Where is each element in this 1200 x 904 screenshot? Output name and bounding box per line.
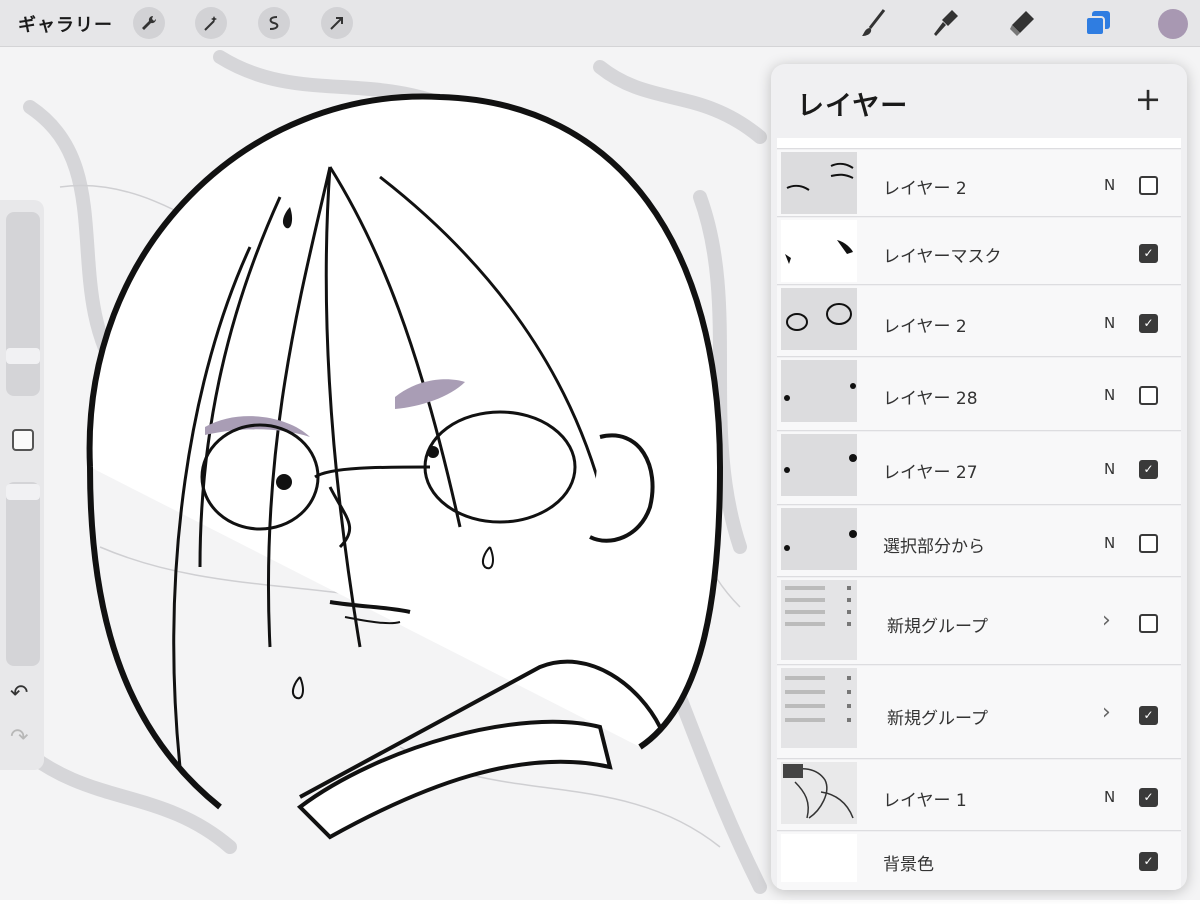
layer-name: レイヤー 28 <box>883 389 978 409</box>
color-swatch[interactable] <box>1158 9 1188 39</box>
blend-mode[interactable]: N <box>1104 788 1115 806</box>
redo-icon[interactable]: ↷ <box>10 725 28 750</box>
visibility-checkbox[interactable]: ✓ <box>1139 460 1158 479</box>
group-row[interactable]: 新規グループ › <box>777 578 1181 665</box>
opacity-slider[interactable] <box>6 482 40 666</box>
left-sidebar: ↶ ↷ <box>0 200 44 770</box>
visibility-checkbox[interactable]: ✓ <box>1139 852 1158 871</box>
add-layer-button[interactable]: + <box>1133 82 1163 118</box>
group-row[interactable]: 新規グループ › ✓ <box>777 666 1181 759</box>
visibility-checkbox[interactable]: ✓ <box>1139 314 1158 333</box>
layer-name: 背景色 <box>883 855 934 875</box>
background-color-row[interactable]: 背景色 ✓ <box>777 832 1181 890</box>
partial-layer-row[interactable] <box>777 138 1181 149</box>
layer-row[interactable]: レイヤー 27 N ✓ <box>777 432 1181 505</box>
group-thumbnail <box>781 668 857 748</box>
layer-thumbnail <box>781 762 857 824</box>
layer-row[interactable]: レイヤー 1 N ✓ <box>777 760 1181 831</box>
layer-name: レイヤー 2 <box>883 179 967 199</box>
blend-mode[interactable]: N <box>1104 386 1115 404</box>
layers-icon[interactable] <box>1081 6 1115 40</box>
transform-arrow-icon[interactable] <box>321 7 353 39</box>
group-name: 新規グループ <box>887 709 988 729</box>
blend-mode[interactable]: N <box>1104 534 1115 552</box>
chevron-right-icon[interactable]: › <box>1102 700 1111 725</box>
top-toolbar: ギャラリー <box>0 0 1200 47</box>
layer-name: レイヤー 1 <box>883 791 967 811</box>
visibility-checkbox[interactable] <box>1139 386 1158 405</box>
layers-panel: レイヤー + レイヤー 2 N レイヤーマスク ✓ レイヤー 2 N ✓ レイヤ… <box>771 64 1187 890</box>
group-thumbnail <box>781 580 857 660</box>
opacity-handle[interactable] <box>6 484 40 500</box>
visibility-checkbox[interactable]: ✓ <box>1139 788 1158 807</box>
eraser-icon[interactable] <box>1005 6 1039 40</box>
brush-size-slider[interactable] <box>6 212 40 396</box>
gallery-button[interactable]: ギャラリー <box>18 11 113 37</box>
brush-icon[interactable] <box>857 6 891 40</box>
layer-row[interactable]: レイヤー 2 N <box>777 150 1181 217</box>
blend-mode[interactable]: N <box>1104 176 1115 194</box>
visibility-checkbox[interactable] <box>1139 176 1158 195</box>
modify-button[interactable] <box>12 429 34 451</box>
layer-row[interactable]: レイヤー 28 N <box>777 358 1181 431</box>
visibility-checkbox[interactable]: ✓ <box>1139 706 1158 725</box>
layer-thumbnail <box>781 434 857 496</box>
visibility-checkbox[interactable]: ✓ <box>1139 244 1158 263</box>
wrench-icon[interactable] <box>133 7 165 39</box>
layer-thumbnail <box>781 288 857 350</box>
selection-icon[interactable] <box>258 7 290 39</box>
layer-row[interactable]: レイヤーマスク ✓ <box>777 218 1181 285</box>
layer-name: レイヤー 27 <box>883 463 978 483</box>
smudge-icon[interactable] <box>929 6 963 40</box>
layer-row[interactable]: レイヤー 2 N ✓ <box>777 286 1181 357</box>
blend-mode[interactable]: N <box>1104 460 1115 478</box>
visibility-checkbox[interactable] <box>1139 534 1158 553</box>
panel-title: レイヤー <box>797 91 909 122</box>
layer-name: レイヤーマスク <box>883 247 1002 267</box>
magic-wand-icon[interactable] <box>195 7 227 39</box>
background-color-swatch[interactable] <box>781 834 857 882</box>
layer-thumbnail <box>781 508 857 570</box>
chevron-right-icon[interactable]: › <box>1102 608 1111 633</box>
layer-row[interactable]: 選択部分から N <box>777 506 1181 577</box>
blend-mode[interactable]: N <box>1104 314 1115 332</box>
layer-thumbnail <box>781 152 857 214</box>
layer-name: 選択部分から <box>883 537 985 557</box>
layer-thumbnail <box>781 220 857 282</box>
layer-name: レイヤー 2 <box>883 317 967 337</box>
layer-thumbnail <box>781 360 857 422</box>
group-name: 新規グループ <box>887 617 988 637</box>
undo-icon[interactable]: ↶ <box>10 681 28 706</box>
visibility-checkbox[interactable] <box>1139 614 1158 633</box>
brush-size-handle[interactable] <box>6 348 40 364</box>
